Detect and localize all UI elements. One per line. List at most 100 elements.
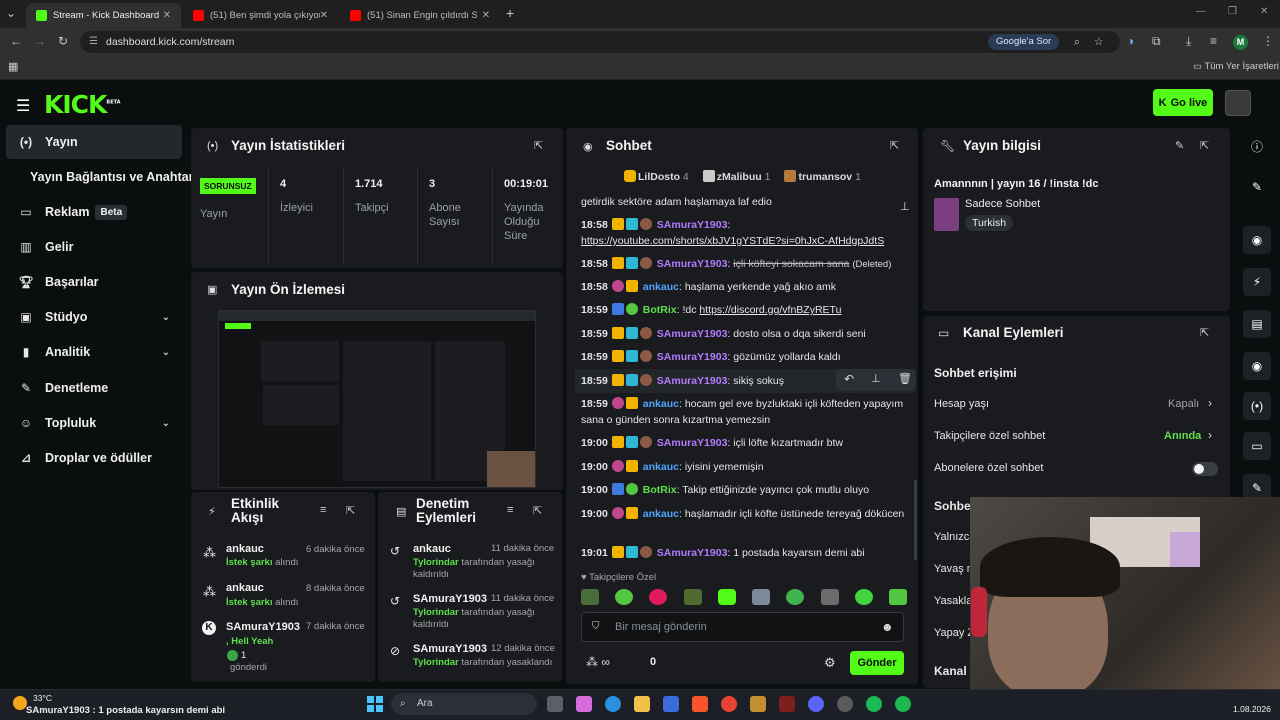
account-age-value[interactable]: Kapalı bbox=[1168, 398, 1199, 410]
pin-icon[interactable]: ⊥ bbox=[871, 372, 881, 385]
popout-icon[interactable]: ⇱ bbox=[890, 139, 899, 152]
chat-scrollbar[interactable] bbox=[914, 480, 917, 560]
chat-message[interactable]: 18:58 ankauc: haşlama yerkende yağ akıo … bbox=[581, 279, 911, 295]
followers-chat-value[interactable]: Anında bbox=[1164, 430, 1201, 442]
back-icon[interactable]: ← bbox=[10, 34, 22, 48]
site-info-icon[interactable]: ☰ bbox=[89, 31, 98, 53]
activity-user[interactable]: SAmuraY1903 bbox=[226, 621, 300, 633]
chat-message[interactable]: 18:59 SAmuraY1903: dosto olsa o dqa sike… bbox=[581, 326, 911, 342]
emote-icon[interactable] bbox=[854, 589, 873, 605]
chat-message[interactable]: 18:58 SAmuraY1903: https://youtube.com/s… bbox=[581, 217, 911, 249]
sidebar-item-yayin[interactable]: (•) Yayın bbox=[6, 125, 182, 159]
category-thumbnail[interactable] bbox=[934, 198, 959, 231]
sidebar-item-topluluk[interactable]: ☺ Topluluk ⌄ bbox=[6, 406, 182, 440]
emote-icon[interactable] bbox=[888, 589, 907, 605]
pin-icon[interactable]: ⊥ bbox=[900, 200, 910, 213]
sidebar-item-reklam[interactable]: ▭ Reklam Beta bbox=[6, 195, 182, 229]
lightning-icon[interactable]: ⚡︎ bbox=[1243, 268, 1271, 296]
popout-icon[interactable]: ⇱ bbox=[1200, 139, 1209, 152]
go-live-button[interactable]: K Go live bbox=[1153, 89, 1213, 116]
emoji-icon[interactable]: ☻ bbox=[881, 620, 894, 634]
gifter[interactable]: trumansov 1 bbox=[784, 170, 861, 183]
chat-message[interactable]: 18:59 SAmuraY1903: gözümüz yollarda kald… bbox=[581, 349, 911, 365]
user-avatar[interactable] bbox=[1225, 90, 1251, 116]
chat-message[interactable]: 19:00 ankauc: iyisini yememişin bbox=[581, 459, 911, 475]
emote-icon[interactable] bbox=[581, 589, 599, 605]
emote-icon[interactable] bbox=[820, 589, 839, 605]
download-icon[interactable]: ⤓ bbox=[1186, 34, 1191, 49]
chevron-right-icon[interactable]: › bbox=[1208, 428, 1212, 442]
mod-user[interactable]: SAmuraY1903 bbox=[413, 643, 487, 655]
copilot-icon[interactable] bbox=[576, 696, 592, 712]
subs-chat-toggle[interactable] bbox=[1192, 462, 1218, 476]
sidebar-item-analitik[interactable]: ▮ Analitik ⌄ bbox=[6, 335, 182, 369]
stream-preview-image[interactable] bbox=[218, 310, 536, 488]
spotify-icon[interactable] bbox=[895, 696, 911, 712]
gifter[interactable]: LilDosto 4 bbox=[624, 170, 689, 183]
edge-icon[interactable] bbox=[605, 696, 621, 712]
url-field[interactable]: ☰ dashboard.kick.com/stream Google'a Sor… bbox=[80, 31, 1120, 53]
new-tab-button[interactable]: + bbox=[506, 5, 514, 21]
popout-icon[interactable]: ⇱ bbox=[533, 504, 542, 517]
info-icon[interactable]: ⓘ bbox=[1243, 132, 1271, 160]
sidebar-item-studyo[interactable]: ▣ Stüdyo ⌄ bbox=[6, 300, 182, 334]
chat-message[interactable]: 19:01 SAmuraY1903: 1 postada kayarsın de… bbox=[581, 545, 911, 561]
forward-icon[interactable]: → bbox=[34, 34, 46, 48]
mod-user[interactable]: ankauc bbox=[413, 543, 451, 555]
taskbar-search[interactable]: ⌕ Ara bbox=[391, 693, 537, 715]
chat-message[interactable]: 19:00 BotRix: Takip ettiğinizde yayıncı … bbox=[581, 482, 911, 498]
chevron-right-icon[interactable]: › bbox=[1208, 396, 1212, 410]
extension-icon[interactable]: ◗ bbox=[1128, 34, 1135, 48]
tab-youtube-1[interactable]: (51) Ben şimdi yola çıkıyom da... ✕ bbox=[183, 3, 338, 28]
activity-user[interactable]: ankauc bbox=[226, 543, 264, 555]
sidebar-item-denetleme[interactable]: ✎ Denetleme bbox=[6, 371, 182, 405]
chat-message[interactable]: 19:00 SAmuraY1903: içli löfte kızartmadı… bbox=[581, 435, 911, 451]
close-icon[interactable]: ✕ bbox=[482, 10, 490, 21]
send-button[interactable]: Gönder bbox=[850, 651, 904, 675]
tab-youtube-2[interactable]: (51) Sinan Engin çıldırdı Seyret... ✕ bbox=[340, 3, 500, 28]
sidebar-item-basarilar[interactable]: 🏆︎ Başarılar bbox=[6, 265, 182, 299]
chat-input[interactable]: ⛉ Bir mesaj gönderin ☻ bbox=[581, 612, 904, 642]
chat-message[interactable]: 18:58 SAmuraY1903: içli köfteyi sokacam … bbox=[581, 256, 911, 273]
emote-icon[interactable] bbox=[615, 589, 634, 605]
clipboard-icon[interactable]: ▤ bbox=[1243, 310, 1271, 338]
tab-kick-dashboard[interactable]: Stream - Kick Dashboard ✕ bbox=[26, 3, 181, 28]
kick-logo[interactable]: KICKBETA bbox=[44, 90, 121, 119]
menu-dots-icon[interactable]: ⋮ bbox=[1262, 34, 1274, 48]
obs-icon[interactable] bbox=[837, 696, 853, 712]
popout-icon[interactable]: ⇱ bbox=[346, 504, 355, 517]
tab-search-icon[interactable]: ⌄ bbox=[6, 6, 16, 20]
trash-icon[interactable]: 🗑︎ bbox=[898, 372, 912, 385]
media-icon[interactable]: ≡ bbox=[1210, 34, 1217, 48]
mod-user[interactable]: SAmuraY1903 bbox=[413, 593, 487, 605]
close-icon[interactable]: ✕ bbox=[320, 10, 328, 21]
emote-icon[interactable] bbox=[786, 589, 805, 605]
broadcast-icon[interactable]: (•) bbox=[1243, 392, 1271, 420]
close-window-icon[interactable]: ✕ bbox=[1260, 6, 1268, 17]
sidebar-item-droplar[interactable]: ⊿ Droplar ve ödüller bbox=[6, 441, 182, 475]
undo-icon[interactable]: ↶ bbox=[844, 372, 854, 386]
chat-message[interactable]: 19:00 ankauc: haşlamadır içli köfte üstü… bbox=[581, 506, 911, 522]
app-icon[interactable] bbox=[779, 696, 795, 712]
google-ask-button[interactable]: Google'a Sor bbox=[988, 34, 1060, 50]
store-icon[interactable] bbox=[663, 696, 679, 712]
emote-icon[interactable] bbox=[649, 589, 668, 605]
spotify-icon[interactable] bbox=[866, 696, 882, 712]
app-icon[interactable] bbox=[750, 696, 766, 712]
reload-icon[interactable]: ↻ bbox=[58, 34, 68, 48]
maximize-icon[interactable]: ❐ bbox=[1228, 6, 1237, 17]
apps-grid-icon[interactable]: ▦ bbox=[8, 60, 18, 73]
all-bookmarks-button[interactable]: ▭ Tüm Yer İşaretleri bbox=[1193, 61, 1279, 72]
emote-icon[interactable] bbox=[683, 589, 702, 605]
hamburger-menu-icon[interactable]: ☰ bbox=[16, 96, 30, 116]
window-icon[interactable]: ▭ bbox=[1243, 432, 1271, 460]
windows-start-icon[interactable] bbox=[367, 696, 383, 712]
emote-icon[interactable] bbox=[717, 589, 736, 605]
discord-icon[interactable] bbox=[808, 696, 824, 712]
filter-icon[interactable]: ≡ bbox=[320, 504, 326, 516]
emote-icon[interactable] bbox=[752, 589, 771, 605]
sidebar-item-stream-key[interactable]: Yayın Bağlantısı ve Anahtarı bbox=[6, 160, 197, 194]
zoom-icon[interactable]: ⌕ bbox=[1074, 31, 1080, 53]
chat-bubble-icon[interactable]: ◉ bbox=[1243, 352, 1271, 380]
filter-icon[interactable]: ≡ bbox=[507, 504, 513, 516]
